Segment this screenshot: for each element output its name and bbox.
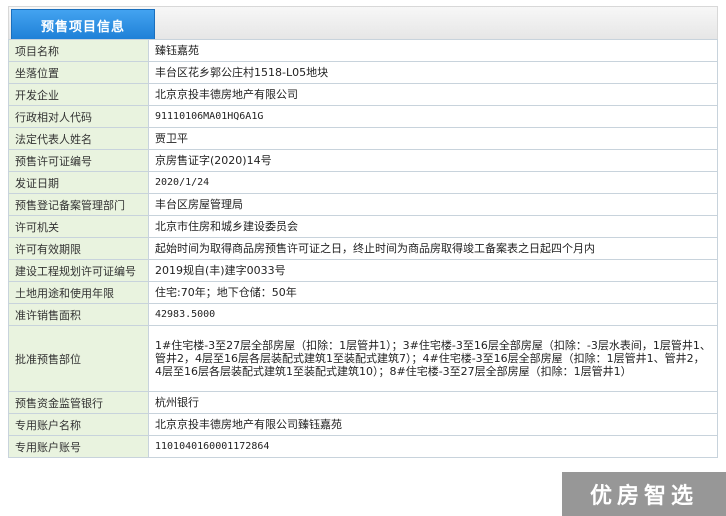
watermark-logo: 优房智选: [562, 472, 726, 516]
table-row: 专用账户账号 1101040160001172864: [8, 435, 718, 458]
row-value-registry-dept: 丰台区房屋管理局: [148, 193, 718, 216]
table-row: 预售许可证编号 京房售证字(2020)14号: [8, 149, 718, 172]
row-value-admin-code: 91110106MA01HQ6A1G: [148, 105, 718, 128]
row-label-validity: 许可有效期限: [8, 237, 149, 260]
table-row: 发证日期 2020/1/24: [8, 171, 718, 194]
row-label-escrow-bank: 预售资金监管银行: [8, 391, 149, 414]
table-row: 专用账户名称 北京京投丰德房地产有限公司臻钰嘉苑: [8, 413, 718, 436]
table-row: 开发企业 北京京投丰德房地产有限公司: [8, 83, 718, 106]
row-label-admin-code: 行政相对人代码: [8, 105, 149, 128]
table-row: 坐落位置 丰台区花乡郭公庄村1518-L05地块: [8, 61, 718, 84]
row-label-account-name: 专用账户名称: [8, 413, 149, 436]
row-value-escrow-bank: 杭州银行: [148, 391, 718, 414]
row-value-planning-permit: 2019规自(丰)建字0033号: [148, 259, 718, 282]
row-value-legal-rep: 贾卫平: [148, 127, 718, 150]
row-value-sale-area: 42983.5000: [148, 303, 718, 326]
row-label-account-number: 专用账户账号: [8, 435, 149, 458]
row-label-permit-authority: 许可机关: [8, 215, 149, 238]
table-row: 土地用途和使用年限 住宅:70年；地下仓储：50年: [8, 281, 718, 304]
row-label-sale-area: 准许销售面积: [8, 303, 149, 326]
table-row: 批准预售部位 1#住宅楼-3至27层全部房屋（扣除：1层管井1）；3#住宅楼-3至…: [8, 325, 718, 392]
row-value-account-name: 北京京投丰德房地产有限公司臻钰嘉苑: [148, 413, 718, 436]
row-value-permit-no: 京房售证字(2020)14号: [148, 149, 718, 172]
tab-bar: 预售项目信息: [8, 6, 718, 40]
row-label-developer: 开发企业: [8, 83, 149, 106]
row-label-issue-date: 发证日期: [8, 171, 149, 194]
table-row: 建设工程规划许可证编号 2019规自(丰)建字0033号: [8, 259, 718, 282]
row-value-issue-date: 2020/1/24: [148, 171, 718, 194]
row-value-land-use: 住宅:70年；地下仓储：50年: [148, 281, 718, 304]
table-row: 许可有效期限 起始时间为取得商品房预售许可证之日，终止时间为商品房取得竣工备案表之…: [8, 237, 718, 260]
row-label-legal-rep: 法定代表人姓名: [8, 127, 149, 150]
table-row: 许可机关 北京市住房和城乡建设委员会: [8, 215, 718, 238]
row-value-location: 丰台区花乡郭公庄村1518-L05地块: [148, 61, 718, 84]
table-row: 预售资金监管银行 杭州银行: [8, 391, 718, 414]
tab-presale-project-info[interactable]: 预售项目信息: [11, 9, 155, 40]
row-value-permit-authority: 北京市住房和城乡建设委员会: [148, 215, 718, 238]
row-value-account-number: 1101040160001172864: [148, 435, 718, 458]
row-label-planning-permit: 建设工程规划许可证编号: [8, 259, 149, 282]
row-label-permit-no: 预售许可证编号: [8, 149, 149, 172]
row-value-developer: 北京京投丰德房地产有限公司: [148, 83, 718, 106]
presale-info-table: 项目名称 臻钰嘉苑 坐落位置 丰台区花乡郭公庄村1518-L05地块 开发企业 北京京…: [8, 39, 718, 458]
row-label-project-name: 项目名称: [8, 39, 149, 62]
row-label-land-use: 土地用途和使用年限: [8, 281, 149, 304]
row-label-approved-parts: 批准预售部位: [8, 325, 149, 392]
table-row: 预售登记备案管理部门 丰台区房屋管理局: [8, 193, 718, 216]
row-label-location: 坐落位置: [8, 61, 149, 84]
row-value-project-name: 臻钰嘉苑: [148, 39, 718, 62]
table-row: 准许销售面积 42983.5000: [8, 303, 718, 326]
row-value-validity: 起始时间为取得商品房预售许可证之日，终止时间为商品房取得竣工备案表之日起四个月内: [148, 237, 718, 260]
table-row: 行政相对人代码 91110106MA01HQ6A1G: [8, 105, 718, 128]
row-label-registry-dept: 预售登记备案管理部门: [8, 193, 149, 216]
table-row: 项目名称 臻钰嘉苑: [8, 39, 718, 62]
table-row: 法定代表人姓名 贾卫平: [8, 127, 718, 150]
row-value-approved-parts: 1#住宅楼-3至27层全部房屋（扣除：1层管井1）；3#住宅楼-3至16层全部房…: [148, 325, 718, 392]
